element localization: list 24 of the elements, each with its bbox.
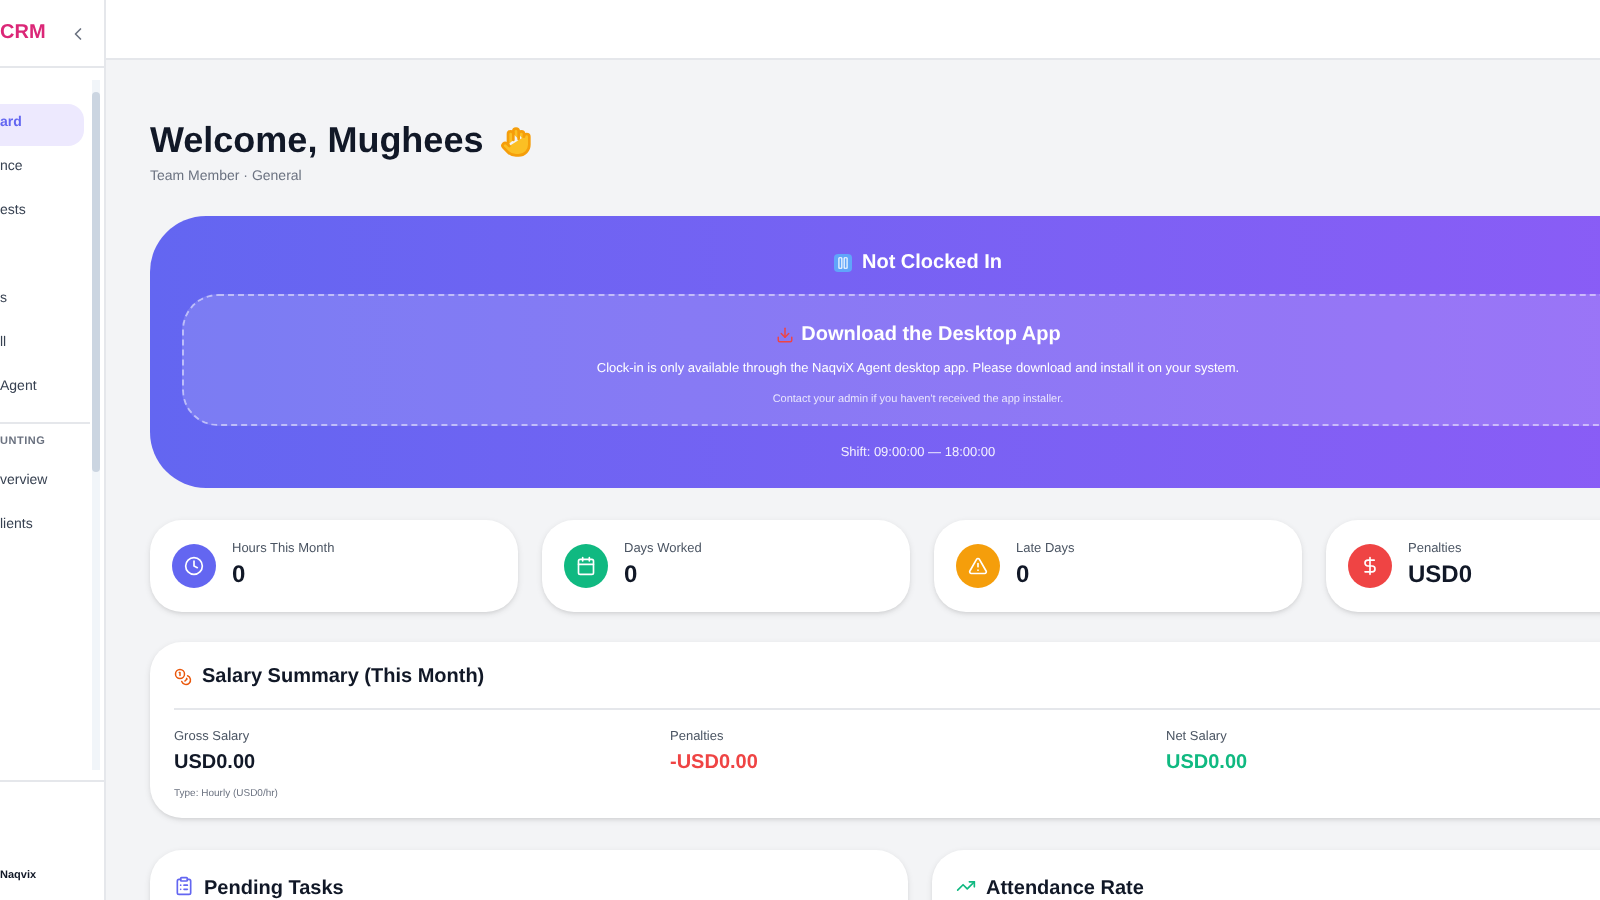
salary-value: -USD0.00: [670, 750, 760, 779]
calendar-icon: [576, 555, 596, 575]
pause-icon: [833, 253, 852, 271]
salary-value: USD0.00: [1166, 750, 1250, 779]
clock-icon: [184, 555, 204, 575]
clock-status: Not Clocked In: [861, 249, 1002, 277]
brand-logo-text: CRM: [0, 20, 46, 48]
stat-value: 0: [1016, 559, 1032, 590]
trend-icon: [956, 875, 976, 895]
salary-value: USD0.00: [174, 750, 258, 779]
warning-icon: [968, 555, 988, 575]
clipboard-icon: [174, 875, 194, 895]
download-title: Download the Desktop App: [801, 321, 1061, 349]
scrollbar[interactable]: [92, 80, 100, 770]
download-icon: [775, 325, 794, 343]
waving-hand-icon: [499, 125, 532, 157]
stat-value: USD0: [1408, 559, 1473, 590]
welcome-title: Welcome, Mughees: [150, 118, 484, 164]
stat-value: 0: [624, 559, 640, 590]
salary-title: Salary Summary (This Month): [202, 664, 485, 692]
panel-title: Pending Tasks: [204, 875, 344, 900]
dollar-icon: [1360, 555, 1380, 575]
stat-value: 0: [232, 559, 248, 590]
panel-title: Attendance Rate: [986, 875, 1144, 900]
